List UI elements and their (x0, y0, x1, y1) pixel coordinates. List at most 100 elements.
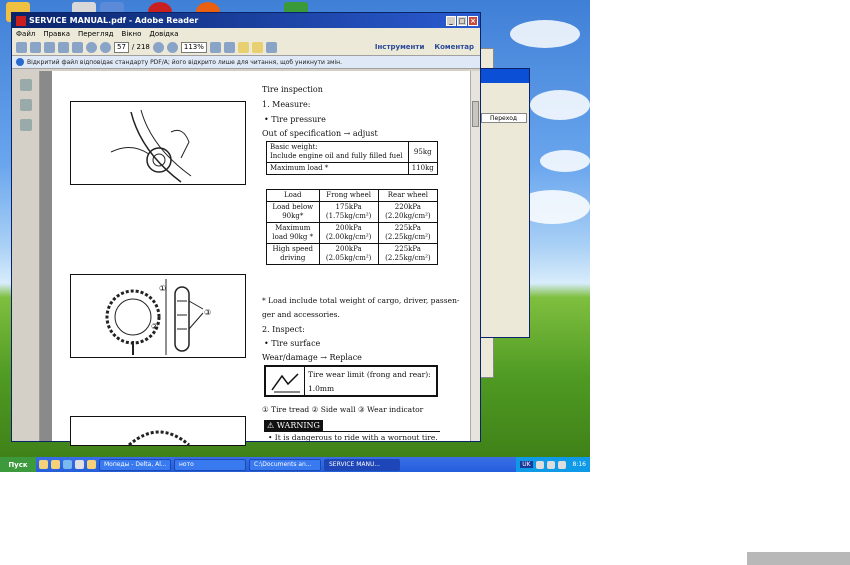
warning-text: • It is dangerous to ride with a wornout… (268, 433, 438, 442)
expand-icon[interactable] (265, 41, 277, 53)
out-of-spec: Out of specification → adjust (262, 129, 378, 138)
navigation-pane (12, 71, 40, 441)
start-label: Пуск (8, 460, 28, 469)
table-header: Rear wheel (377, 189, 439, 202)
bullet-tire-surface: • Tire surface (264, 339, 321, 348)
info-message: Відкритий файл відповідає стандарту PDF/… (27, 58, 342, 66)
basic-weight-value: 95kg (407, 141, 438, 163)
figure-legend: ① Tire tread ② Side wall ③ Wear indicato… (262, 405, 424, 414)
warning-label: ⚠ WARNING (264, 420, 323, 431)
load-note-line1: * Load include total weight of cargo, dr… (262, 296, 460, 305)
wear-limit-value: 1.0mm (308, 384, 335, 393)
basic-weight-note: Include engine oil and fully filled fuel (270, 152, 403, 160)
fit-width-icon[interactable] (223, 41, 235, 53)
tire-tread-figure (70, 416, 246, 447)
tire-wear-icon (271, 373, 300, 393)
scrollbar-thumb[interactable] (472, 101, 479, 127)
tools-link[interactable]: Інструменти (375, 43, 425, 51)
vertical-scrollbar[interactable] (470, 71, 480, 441)
tray-icon[interactable] (546, 460, 555, 469)
taskbar: Пуск Мопеды - Delta, Al... ното C:\Docum… (0, 457, 590, 472)
gray-bar (747, 552, 850, 565)
table-cell: 220kPa (2.20kg/cm²) (377, 201, 439, 223)
menu-edit[interactable]: Правка (43, 30, 70, 38)
create-icon[interactable] (16, 41, 27, 53)
page-number-input[interactable]: 57 (114, 41, 129, 53)
comment-icon[interactable] (237, 41, 249, 53)
menu-bar: Файл Правка Перегляд Вікно Довідка (12, 28, 480, 39)
svg-text:②: ② (151, 322, 158, 331)
toolbar: 57 / 218 113% Інструменти Коментар (12, 39, 480, 56)
save-icon[interactable] (44, 41, 55, 53)
tire-sidewall-illustration: ③ ① ② (105, 279, 211, 355)
tray-icon[interactable] (557, 460, 566, 469)
tire-tread-illustration (128, 430, 190, 447)
pressure-table: Load Frong wheel Rear wheel Load below 9… (266, 189, 439, 265)
next-page-icon[interactable] (100, 41, 111, 53)
maximize-button[interactable]: □ (457, 15, 467, 26)
start-button[interactable]: Пуск (0, 457, 36, 472)
taskbar-item-reader[interactable]: SERVICE MANU... (324, 458, 400, 471)
table-cell: 200kPa (2.05kg/cm²) (318, 243, 379, 265)
table-cell: Load below 90kg* (266, 201, 320, 223)
email-icon[interactable] (72, 41, 83, 53)
zoom-select[interactable]: 113% (180, 41, 207, 53)
background-explorer-window[interactable]: Переход (478, 68, 530, 338)
open-icon[interactable] (30, 41, 41, 53)
load-note-line2: ger and accessories. (262, 310, 340, 319)
taskbar-item-explorer[interactable]: C:\Documents an... (249, 458, 321, 471)
table-cell: 225kPa (2.25kg/cm²) (377, 222, 439, 244)
task-label: Мопеды - Delta, Al... (104, 461, 167, 468)
language-indicator[interactable]: UK (520, 461, 533, 468)
page-thumbnails-icon[interactable] (19, 79, 32, 91)
system-tray: UK 8:16 (516, 457, 590, 472)
tire-wear-figure: ③ ① ② (70, 274, 246, 358)
pdf-page: ③ ① ② Tire inspection 1. Measure: • Tire… (52, 71, 470, 447)
taskbar-item-browser[interactable]: Мопеды - Delta, Al... (99, 458, 171, 471)
table-header: Frong wheel (318, 189, 379, 202)
title-bar[interactable]: SERVICE MANUAL.pdf - Adobe Reader _ □ × (12, 13, 480, 28)
quicklaunch-icon[interactable] (87, 460, 96, 469)
svg-text:③: ③ (204, 308, 211, 317)
quicklaunch-icon[interactable] (51, 460, 60, 469)
quicklaunch-icon[interactable] (75, 460, 84, 469)
prev-page-icon[interactable] (86, 41, 97, 53)
table-cell: High speed driving (266, 243, 320, 265)
go-button[interactable]: Переход (481, 113, 527, 123)
zoom-out-icon[interactable] (152, 41, 164, 53)
signatures-icon[interactable] (19, 119, 32, 131)
attachments-icon[interactable] (19, 99, 32, 111)
table-cell: 200kPa (2.00kg/cm²) (318, 222, 379, 244)
sign-icon[interactable] (251, 41, 263, 53)
menu-view[interactable]: Перегляд (78, 30, 114, 38)
comment-link[interactable]: Коментар (434, 43, 474, 51)
document-area[interactable]: ③ ① ② Tire inspection 1. Measure: • Tire… (12, 71, 480, 447)
clock: 8:16 (572, 461, 586, 468)
table-cell: 175kPa (1.75kg/cm²) (318, 201, 379, 223)
fit-page-icon[interactable] (209, 41, 221, 53)
table-row: Load below 90kg* 175kPa (1.75kg/cm²) 220… (266, 201, 439, 223)
minimize-button[interactable]: _ (446, 15, 456, 26)
close-button[interactable]: × (468, 15, 478, 26)
max-load-label: Maximum load * (266, 162, 409, 175)
step-inspect: 2. Inspect: (262, 325, 305, 334)
menu-file[interactable]: Файл (16, 30, 35, 38)
wear-limit-text: Tire wear limit (frong and rear): (308, 370, 431, 379)
desktop: Переход SERVICE MANUAL.pdf - Adobe Reade… (0, 0, 590, 472)
basic-weight-label: Basic weight: (270, 143, 318, 151)
task-label: ното (179, 461, 194, 468)
taskbar-item-folder[interactable]: ното (174, 458, 246, 471)
menu-window[interactable]: Вікно (122, 30, 142, 38)
zoom-in-icon[interactable] (166, 41, 178, 53)
quicklaunch-icon[interactable] (39, 460, 48, 469)
pdfa-info-bar: Відкритий файл відповідає стандарту PDF/… (12, 56, 480, 69)
tire-pressure-gauge-figure (70, 101, 246, 185)
tray-icon[interactable] (535, 460, 544, 469)
print-icon[interactable] (58, 41, 69, 53)
adobe-reader-window[interactable]: SERVICE MANUAL.pdf - Adobe Reader _ □ × … (11, 12, 481, 447)
table-cell: Maximum load 90kg * (266, 222, 320, 244)
menu-help[interactable]: Довідка (149, 30, 178, 38)
quicklaunch-icon[interactable] (63, 460, 72, 469)
table-cell: 225kPa (2.25kg/cm²) (377, 243, 439, 265)
table-row: High speed driving 200kPa (2.05kg/cm²) 2… (266, 243, 439, 265)
